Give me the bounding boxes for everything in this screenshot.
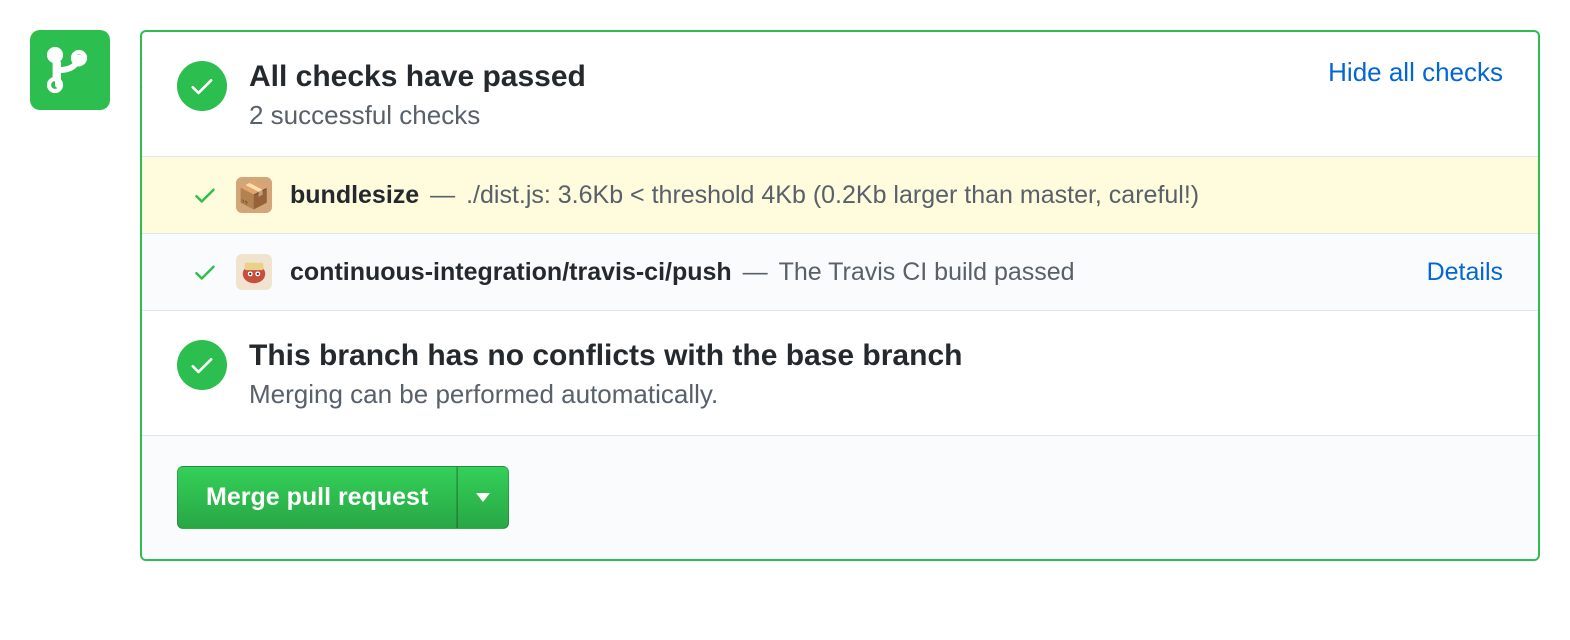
success-status-icon <box>177 61 227 111</box>
merge-status: This branch has no conflicts with the ba… <box>142 311 1538 436</box>
checks-subtitle: 2 successful checks <box>249 100 1306 131</box>
success-status-icon <box>177 340 227 390</box>
check-text: bundlesize — ./dist.js: 3.6Kb < threshol… <box>290 181 1503 210</box>
merge-subtitle: Merging can be performed automatically. <box>249 379 1503 410</box>
check-description: The Travis CI build passed <box>779 258 1075 286</box>
check-name: continuous-integration/travis-ci/push <box>290 258 732 286</box>
check-icon <box>192 259 218 285</box>
check-details-link[interactable]: Details <box>1427 258 1503 287</box>
check-description: ./dist.js: 3.6Kb < threshold 4Kb (0.2Kb … <box>466 181 1199 209</box>
check-text: continuous-integration/travis-ci/push — … <box>290 258 1409 287</box>
git-merge-icon <box>46 46 94 94</box>
check-icon <box>192 182 218 208</box>
merge-button-group: Merge pull request <box>177 466 509 529</box>
travis-avatar <box>236 254 272 290</box>
check-icon <box>188 351 216 379</box>
check-row: 📦 bundlesize — ./dist.js: 3.6Kb < thresh… <box>142 157 1538 234</box>
merge-badge <box>30 30 110 110</box>
check-name: bundlesize <box>290 181 419 209</box>
check-status-icon <box>192 182 218 208</box>
checks-title: All checks have passed <box>249 57 1306 96</box>
bundlesize-avatar: 📦 <box>236 177 272 213</box>
toggle-checks-link[interactable]: Hide all checks <box>1328 57 1503 88</box>
merge-footer: Merge pull request <box>142 436 1538 559</box>
merge-panel: All checks have passed 2 successful chec… <box>140 30 1540 561</box>
merge-pull-request-button[interactable]: Merge pull request <box>177 466 457 529</box>
check-status-icon <box>192 259 218 285</box>
merge-title: This branch has no conflicts with the ba… <box>249 336 1503 375</box>
caret-down-icon <box>476 493 490 502</box>
travis-icon <box>239 257 269 287</box>
check-icon <box>188 72 216 100</box>
checks-summary: All checks have passed 2 successful chec… <box>142 32 1538 157</box>
check-row: continuous-integration/travis-ci/push — … <box>142 234 1538 311</box>
merge-options-dropdown[interactable] <box>457 466 509 529</box>
